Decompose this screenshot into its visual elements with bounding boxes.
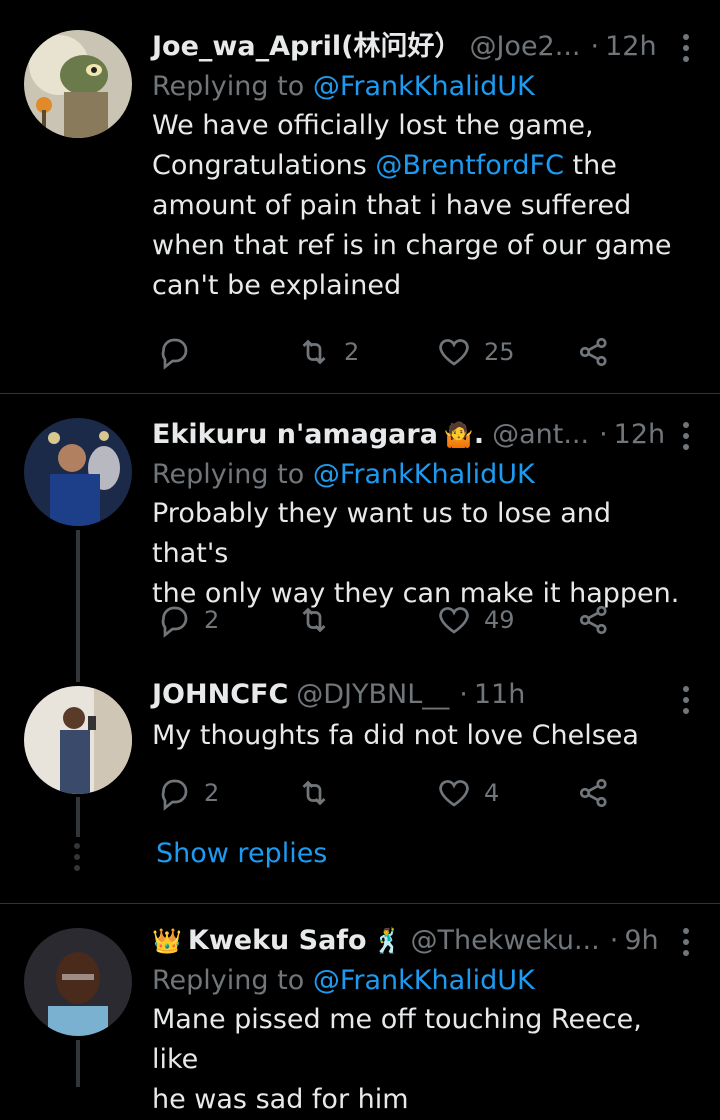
display-name[interactable]: JOHNCFC xyxy=(152,678,288,712)
share-icon xyxy=(579,605,607,635)
tweet-line: when that ref is in charge of our game xyxy=(152,230,672,261)
person-shrugging-emoji: 🤷 xyxy=(443,421,474,449)
share-button[interactable] xyxy=(576,602,612,638)
tweet-text-fragment: Congratulations xyxy=(152,150,367,181)
separator-dot: · xyxy=(459,679,468,710)
share-button[interactable] xyxy=(576,775,612,811)
replying-to: Replying to @FrankKhalidUK xyxy=(152,962,680,1000)
like-count: 4 xyxy=(484,779,500,807)
tweet-line: We have officially lost the game, xyxy=(152,110,594,141)
more-icon[interactable] xyxy=(682,422,690,450)
thread-dots xyxy=(74,843,80,871)
separator-dot: · xyxy=(599,419,608,450)
mention-link[interactable]: @FrankKhalidUK xyxy=(313,71,535,102)
replying-prefix: Replying to xyxy=(152,459,305,490)
like-count: 49 xyxy=(484,606,515,634)
handle[interactable]: @ant... xyxy=(492,418,589,452)
tweet-line: can't be explained xyxy=(152,270,402,301)
heart-icon xyxy=(439,780,469,807)
tweet-joe[interactable]: Joe_wa_April(林问好） @Joe2... · 12h Replyin… xyxy=(0,0,720,392)
tweet-kweku[interactable]: 👑 Kweku Safo 🕺 @Thekweku... · 9h Replyin… xyxy=(0,904,720,1115)
replying-to: Replying to @FrankKhalidUK xyxy=(152,68,680,106)
heart-icon xyxy=(439,607,469,634)
more-icon[interactable] xyxy=(682,686,690,714)
tweet-johncfc[interactable]: JOHNCFC @DJYBNL__ · 11h My thoughts fa d… xyxy=(0,664,720,824)
display-name-suffix: . xyxy=(473,419,485,450)
tweet-line: My thoughts fa did not love Chelsea xyxy=(152,720,639,751)
tweet-line: Probably they want us to lose and that's xyxy=(152,498,612,569)
handle[interactable]: @DJYBNL__ xyxy=(296,678,449,712)
display-name[interactable]: Joe_wa_April(林问好） xyxy=(152,30,461,64)
like-button[interactable]: 4 xyxy=(436,775,499,811)
replying-to: Replying to @FrankKhalidUK xyxy=(152,456,680,494)
reply-icon xyxy=(161,338,188,370)
tweet-line: Mane pissed me off touching Reece, like xyxy=(152,1004,642,1075)
tweet-text: Mane pissed me off touching Reece, like … xyxy=(152,1000,680,1120)
handle[interactable]: @Thekweku... xyxy=(411,924,600,958)
more-icon[interactable] xyxy=(682,34,690,62)
dancer-emoji: 🕺 xyxy=(372,927,403,955)
replying-prefix: Replying to xyxy=(152,965,305,996)
show-replies-link[interactable]: Show replies xyxy=(156,838,327,869)
tweet-line: amount of pain that i have suffered xyxy=(152,190,632,221)
share-icon xyxy=(579,337,607,367)
handle[interactable]: @Joe2... xyxy=(469,30,580,64)
tweet-line: he was sad for him xyxy=(152,1084,409,1115)
display-name[interactable]: Kweku Safo xyxy=(188,924,367,958)
like-count: 25 xyxy=(484,338,515,366)
timestamp[interactable]: 12h xyxy=(605,30,656,64)
action-bar: 2 4 xyxy=(152,775,632,815)
avatar[interactable] xyxy=(24,418,132,526)
thread-line xyxy=(76,1040,80,1087)
avatar[interactable] xyxy=(24,928,132,1036)
retweet-button[interactable]: 2 xyxy=(296,334,359,370)
reply-count: 2 xyxy=(204,779,220,807)
share-icon xyxy=(579,778,607,808)
avatar[interactable] xyxy=(24,30,132,138)
reply-button[interactable]: 2 xyxy=(156,602,219,638)
reply-icon xyxy=(161,606,188,638)
retweet-icon xyxy=(302,780,326,806)
mention-link[interactable]: @BrentfordFC xyxy=(375,150,564,181)
like-button[interactable]: 25 xyxy=(436,334,515,370)
tweet-text: We have officially lost the game, Congra… xyxy=(152,106,680,306)
retweet-button[interactable] xyxy=(296,775,344,811)
tweet-text-fragment: the xyxy=(572,150,617,181)
action-bar: 2 25 xyxy=(152,334,632,374)
timestamp[interactable]: 12h xyxy=(614,418,665,452)
tweet-text: My thoughts fa did not love Chelsea xyxy=(152,716,680,756)
reply-button[interactable] xyxy=(156,334,204,370)
avatar[interactable] xyxy=(24,686,132,794)
mention-link[interactable]: @FrankKhalidUK xyxy=(313,459,535,490)
action-bar: 2 49 xyxy=(152,602,632,642)
retweet-count: 2 xyxy=(344,338,360,366)
reply-button[interactable]: 2 xyxy=(156,775,219,811)
tweet-ekikuru[interactable]: Ekikuru n'amagara 🤷 . @ant... · 12h Repl… xyxy=(0,394,720,664)
reply-count: 2 xyxy=(204,606,220,634)
crown-emoji: 👑 xyxy=(152,927,182,955)
mention-link[interactable]: @FrankKhalidUK xyxy=(313,965,535,996)
separator-dot: · xyxy=(609,925,619,956)
share-button[interactable] xyxy=(576,334,612,370)
more-icon[interactable] xyxy=(682,928,690,956)
separator-dot: · xyxy=(590,31,600,62)
timestamp[interactable]: 11h xyxy=(474,678,525,712)
replying-prefix: Replying to xyxy=(152,71,305,102)
timestamp[interactable]: 9h xyxy=(624,924,658,958)
heart-icon xyxy=(439,339,469,366)
tweet-text: Probably they want us to lose and that's… xyxy=(152,494,680,614)
retweet-button[interactable] xyxy=(296,602,344,638)
retweet-icon xyxy=(302,607,326,633)
reply-icon xyxy=(161,779,188,811)
like-button[interactable]: 49 xyxy=(436,602,515,638)
retweet-icon xyxy=(302,339,326,365)
display-name[interactable]: Ekikuru n'amagara xyxy=(152,418,438,452)
